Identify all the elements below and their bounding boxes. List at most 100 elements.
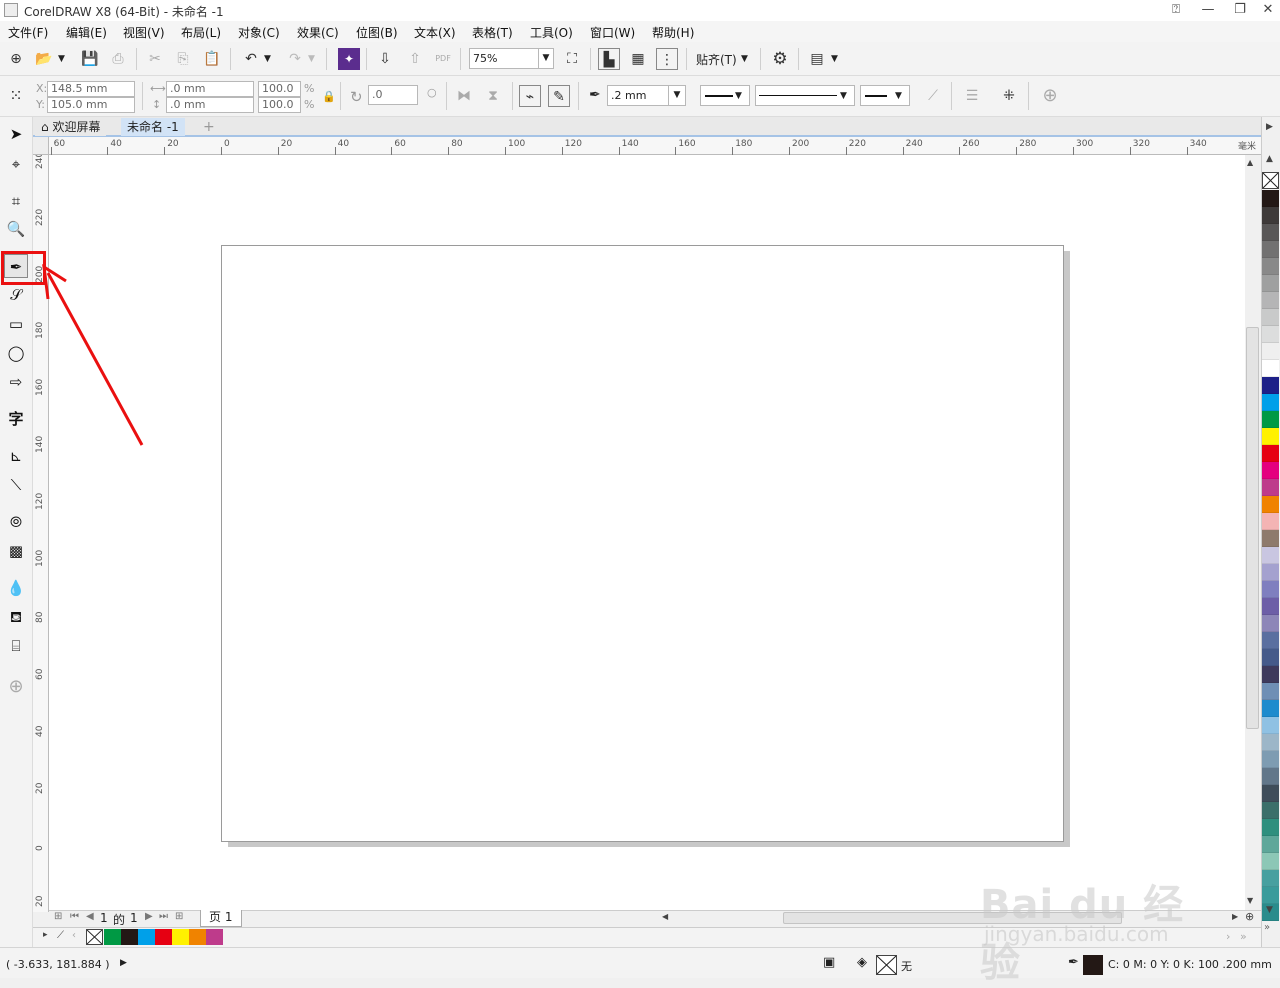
color-swatch[interactable] xyxy=(1262,615,1279,632)
width-field[interactable]: .0 mm xyxy=(166,81,254,97)
color-swatch[interactable] xyxy=(1262,649,1279,666)
outline-width-dropdown-icon[interactable]: ▼ xyxy=(668,85,686,106)
reference-point-icon[interactable]: ⁙ xyxy=(5,85,27,107)
redo-dropdown-icon[interactable]: ▼ xyxy=(308,54,315,64)
previous-page-icon[interactable]: ◀ xyxy=(86,911,94,922)
color-swatch[interactable] xyxy=(1262,309,1279,326)
open-dropdown-icon[interactable]: ▼ xyxy=(58,54,65,64)
open-icon[interactable]: 📂 xyxy=(33,48,55,70)
last-page-icon[interactable]: ⏭ xyxy=(159,911,168,922)
eyedropper-icon[interactable]: ⟋ xyxy=(57,930,64,941)
color-swatch[interactable] xyxy=(1262,343,1279,360)
blend-tool-icon[interactable]: ⦾ xyxy=(4,510,28,534)
rectangle-tool-icon[interactable]: ▭ xyxy=(4,312,28,336)
outline-width-field[interactable]: .2 mm xyxy=(607,85,669,106)
color-swatch[interactable] xyxy=(1262,836,1279,853)
dropdown-icon[interactable]: ▼ xyxy=(895,89,902,103)
new-document-icon[interactable]: ⊕ xyxy=(5,48,27,70)
polygon-tool-icon[interactable]: ⇨ xyxy=(4,370,28,394)
palette-scroll-up-icon[interactable]: ▶ xyxy=(1266,122,1273,132)
eyedropper-tool-icon[interactable]: 💧 xyxy=(4,576,28,600)
document-color-swatch[interactable] xyxy=(172,929,189,945)
undo-icon[interactable]: ↶ xyxy=(240,48,262,70)
color-swatch[interactable] xyxy=(1262,411,1279,428)
launcher-dropdown-icon[interactable]: ▼ xyxy=(831,54,838,64)
doc-palette-left-icon[interactable]: ‹ xyxy=(72,930,76,941)
fill-none-indicator[interactable] xyxy=(876,955,897,975)
color-swatch[interactable] xyxy=(1262,224,1279,241)
color-swatch[interactable] xyxy=(1262,785,1279,802)
ruler-origin[interactable] xyxy=(33,137,49,155)
zoom-level-field[interactable]: 75% xyxy=(469,48,539,69)
menu-table[interactable]: 表格(T) xyxy=(472,24,513,41)
color-swatch[interactable] xyxy=(1262,445,1279,462)
color-swatch[interactable] xyxy=(1262,581,1279,598)
palette-expand-icon[interactable]: » xyxy=(1264,922,1270,933)
horizontal-ruler[interactable]: 60 40 20 0 20 40 60 80 100 120 140 160 180 200 220 240 2… xyxy=(49,137,1261,155)
menu-help[interactable]: 帮助(H) xyxy=(652,24,694,41)
color-swatch[interactable] xyxy=(1262,241,1279,258)
dropdown-icon[interactable]: ▼ xyxy=(735,89,742,103)
color-swatch[interactable] xyxy=(1262,632,1279,649)
pick-tool-icon[interactable]: ➤ xyxy=(4,122,28,146)
tab-document[interactable]: 未命名 -1 xyxy=(121,118,185,136)
document-page[interactable] xyxy=(221,245,1064,842)
menu-bitmaps[interactable]: 位图(B) xyxy=(356,24,398,41)
menu-file[interactable]: 文件(F) xyxy=(8,24,48,41)
color-swatch[interactable] xyxy=(1262,751,1279,768)
color-swatch[interactable] xyxy=(1262,564,1279,581)
end-arrowhead-select[interactable]: ▼ xyxy=(860,85,910,106)
document-color-swatch[interactable] xyxy=(206,929,223,945)
scroll-right-icon[interactable]: ▶ xyxy=(1232,912,1238,921)
doc-palette-right-icon[interactable]: › xyxy=(1226,930,1230,943)
page-tab[interactable]: 页 1 xyxy=(200,910,242,927)
zoom-dropdown-icon[interactable]: ▼ xyxy=(538,48,554,69)
freehand-mode-icon[interactable]: ⌁ xyxy=(519,85,541,107)
scroll-up-icon[interactable]: ▲ xyxy=(1247,158,1253,167)
document-color-swatch[interactable] xyxy=(138,929,155,945)
close-curve-icon[interactable]: ⟋ xyxy=(922,85,944,107)
snap-to-button[interactable]: 贴齐(T) xyxy=(696,51,737,68)
doc-no-color-swatch[interactable] xyxy=(86,929,103,945)
ellipse-tool-icon[interactable]: ◯ xyxy=(4,341,28,365)
menu-view[interactable]: 视图(V) xyxy=(123,24,165,41)
quick-customize-icon[interactable]: ⊕ xyxy=(1039,85,1061,107)
next-page-icon[interactable]: ▶ xyxy=(145,911,153,922)
color-swatch[interactable] xyxy=(1262,207,1279,224)
print-icon[interactable]: ⎙ xyxy=(107,48,129,70)
document-color-swatch[interactable] xyxy=(155,929,172,945)
add-tab-button[interactable]: + xyxy=(197,118,221,136)
menu-text[interactable]: 文本(X) xyxy=(414,24,456,41)
show-rulers-icon[interactable]: ▙ xyxy=(598,48,620,70)
menu-layout[interactable]: 布局(L) xyxy=(181,24,221,41)
x-position-field[interactable]: 148.5 mm xyxy=(47,81,135,97)
add-page-before-icon[interactable]: ⊞ xyxy=(54,911,62,922)
height-field[interactable]: .0 mm xyxy=(166,97,254,113)
menu-window[interactable]: 窗口(W) xyxy=(590,24,635,41)
color-swatch[interactable] xyxy=(1262,190,1279,207)
palette-scroll-down-icon[interactable]: ▼ xyxy=(1266,905,1273,915)
connector-tool-icon[interactable]: ⟍ xyxy=(4,473,28,497)
paste-icon[interactable]: 📋 xyxy=(201,48,223,70)
line-style-select[interactable]: ▼ xyxy=(755,85,855,106)
publish-pdf-icon[interactable]: PDF xyxy=(432,48,454,70)
color-swatch[interactable] xyxy=(1262,496,1279,513)
start-arrowhead-select[interactable]: ▼ xyxy=(700,85,750,106)
color-swatch[interactable] xyxy=(1262,428,1279,445)
add-page-after-icon[interactable]: ⊞ xyxy=(175,911,183,922)
first-page-icon[interactable]: ⏮ xyxy=(70,911,79,922)
transparency-tool-icon[interactable]: ▩ xyxy=(4,539,28,563)
color-swatch[interactable] xyxy=(1262,887,1279,904)
document-color-swatch[interactable] xyxy=(189,929,206,945)
color-swatch[interactable] xyxy=(1262,802,1279,819)
color-swatch[interactable] xyxy=(1262,700,1279,717)
color-swatch[interactable] xyxy=(1262,326,1279,343)
mirror-vertical-icon[interactable]: ⧗ xyxy=(482,85,504,107)
export-icon[interactable]: ⇧ xyxy=(404,48,426,70)
color-swatch[interactable] xyxy=(1262,292,1279,309)
color-swatch[interactable] xyxy=(1262,275,1279,292)
fill-bucket-icon[interactable]: ◈ xyxy=(857,955,867,970)
scroll-left-icon[interactable]: ◀ xyxy=(662,912,668,921)
application-launcher-icon[interactable]: ▤ xyxy=(806,48,828,70)
zoom-tool-icon[interactable]: 🔍 xyxy=(4,217,28,241)
